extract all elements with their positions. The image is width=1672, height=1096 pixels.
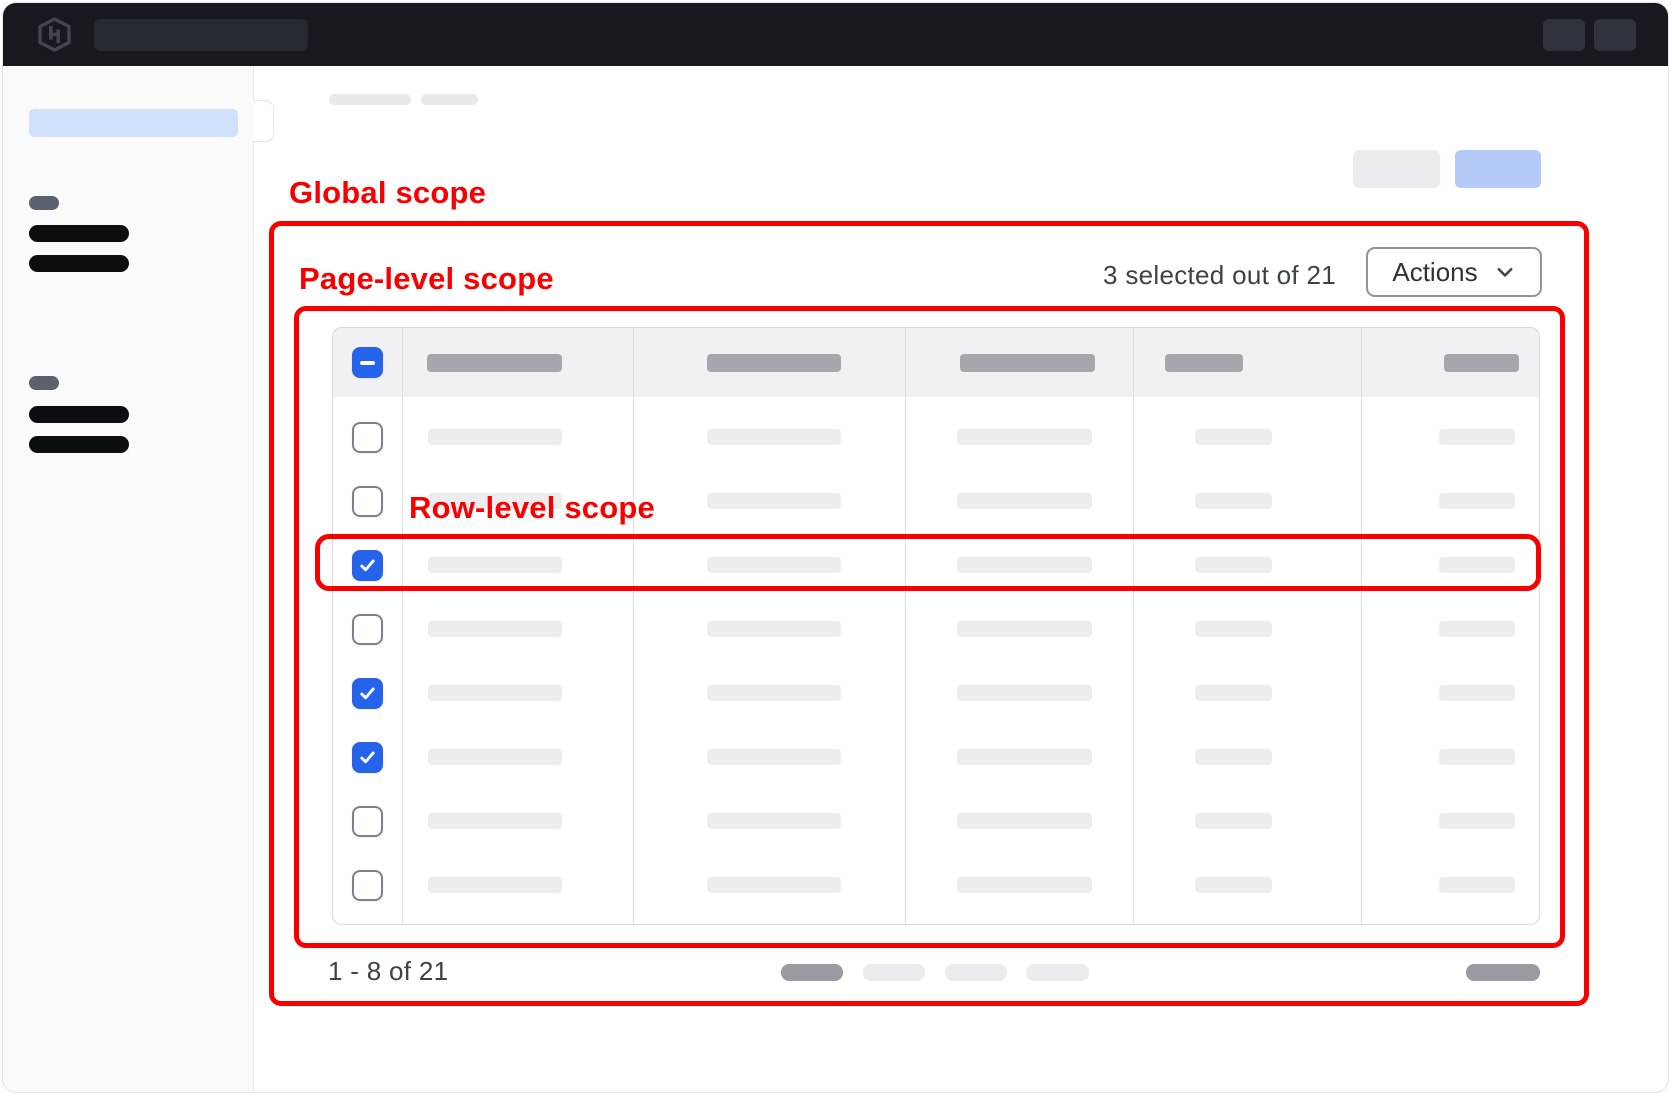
column-header-skeleton	[427, 354, 562, 372]
actions-button-label: Actions	[1392, 257, 1477, 288]
actions-button[interactable]: Actions	[1366, 247, 1542, 297]
chevron-down-icon	[1494, 261, 1516, 283]
cell-skeleton	[1439, 557, 1515, 573]
row-checkbox[interactable]	[352, 422, 383, 453]
check-icon	[358, 684, 377, 703]
table-row	[333, 533, 1539, 597]
row-checkbox[interactable]	[352, 742, 383, 773]
cell-skeleton	[1195, 877, 1272, 893]
table-row	[333, 661, 1539, 725]
row-checkbox[interactable]	[352, 806, 383, 837]
cell-skeleton	[957, 493, 1092, 509]
page-scope-annotation-label: Page-level scope	[299, 261, 554, 297]
row-checkbox[interactable]	[352, 486, 383, 517]
table-header-row	[333, 328, 1539, 397]
cell-skeleton	[428, 557, 562, 573]
cell-skeleton	[1439, 621, 1515, 637]
cell-skeleton	[428, 877, 562, 893]
sidebar-nav-item-skeleton[interactable]	[29, 225, 129, 242]
column-header-skeleton	[960, 354, 1095, 372]
cell-skeleton	[1439, 685, 1515, 701]
table-row	[333, 789, 1539, 853]
table-body	[333, 397, 1539, 917]
sidebar-toggle-tab[interactable]	[253, 100, 274, 142]
cell-skeleton	[428, 749, 562, 765]
table-row	[333, 853, 1539, 917]
app-window: 3 selected out of 21 Actions	[2, 2, 1669, 1093]
column-header-skeleton	[707, 354, 841, 372]
pagination-page-skeleton[interactable]	[781, 964, 843, 981]
cell-skeleton	[957, 877, 1092, 893]
check-icon	[358, 748, 377, 767]
cell-skeleton	[707, 429, 841, 445]
sidebar-nav-item-skeleton[interactable]	[29, 255, 129, 272]
sidebar-active-item-skeleton[interactable]	[29, 109, 238, 137]
pagination-page-skeleton[interactable]	[945, 964, 1007, 981]
cell-skeleton	[957, 813, 1092, 829]
cell-skeleton	[428, 429, 562, 445]
pagination-next-skeleton[interactable]	[1466, 964, 1540, 981]
table-row	[333, 405, 1539, 469]
sidebar	[3, 66, 254, 1092]
cell-skeleton	[957, 429, 1092, 445]
cell-skeleton	[957, 749, 1092, 765]
cell-skeleton	[957, 685, 1092, 701]
cell-skeleton	[1195, 493, 1272, 509]
cell-skeleton	[428, 813, 562, 829]
row-checkbox[interactable]	[352, 678, 383, 709]
cell-skeleton	[1195, 557, 1272, 573]
cell-skeleton	[707, 749, 841, 765]
cell-skeleton	[1195, 749, 1272, 765]
cell-skeleton	[957, 621, 1092, 637]
cell-skeleton	[428, 621, 562, 637]
sidebar-section-label-skeleton	[29, 196, 59, 210]
hashicorp-logo-icon[interactable]	[38, 17, 71, 52]
row-checkbox[interactable]	[352, 614, 383, 645]
cell-skeleton	[1439, 493, 1515, 509]
cell-skeleton	[707, 493, 841, 509]
selection-summary: 3 selected out of 21	[1003, 260, 1336, 291]
topbar-action-placeholder[interactable]	[1543, 19, 1585, 51]
search-field-placeholder[interactable]	[94, 19, 308, 51]
sidebar-nav-item-skeleton[interactable]	[29, 436, 129, 453]
cell-skeleton	[1195, 813, 1272, 829]
row-checkbox[interactable]	[352, 870, 383, 901]
table-row	[333, 725, 1539, 789]
cell-skeleton	[707, 557, 841, 573]
cell-skeleton	[707, 877, 841, 893]
pagination-page-skeleton[interactable]	[1026, 964, 1089, 981]
topbar	[3, 3, 1668, 66]
check-icon	[358, 556, 377, 575]
cell-skeleton	[1439, 429, 1515, 445]
row-scope-annotation-label: Row-level scope	[409, 490, 655, 526]
table-row	[333, 597, 1539, 661]
cell-skeleton	[707, 685, 841, 701]
cell-skeleton	[1195, 621, 1272, 637]
cell-skeleton	[1439, 813, 1515, 829]
cell-skeleton	[1439, 749, 1515, 765]
sidebar-section-label-skeleton	[29, 376, 59, 390]
column-header-skeleton	[1165, 354, 1243, 372]
global-scope-annotation-label: Global scope	[289, 175, 486, 211]
minus-icon	[360, 361, 375, 365]
data-table	[332, 327, 1540, 925]
cell-skeleton	[1195, 429, 1272, 445]
cell-skeleton	[707, 813, 841, 829]
topbar-menu-placeholder[interactable]	[1594, 19, 1636, 51]
secondary-button-skeleton[interactable]	[1353, 150, 1440, 188]
breadcrumb-skeleton[interactable]	[329, 94, 411, 105]
row-checkbox[interactable]	[352, 550, 383, 581]
column-header-skeleton	[1444, 354, 1519, 372]
sidebar-nav-item-skeleton[interactable]	[29, 406, 129, 423]
cell-skeleton	[957, 557, 1092, 573]
cell-skeleton	[1195, 685, 1272, 701]
primary-button-skeleton[interactable]	[1455, 150, 1541, 188]
pagination-range-label: 1 - 8 of 21	[328, 956, 448, 987]
select-all-checkbox[interactable]	[352, 347, 383, 378]
breadcrumb-skeleton[interactable]	[421, 94, 478, 105]
pagination-page-skeleton[interactable]	[863, 964, 925, 981]
cell-skeleton	[1439, 877, 1515, 893]
cell-skeleton	[428, 685, 562, 701]
cell-skeleton	[707, 621, 841, 637]
